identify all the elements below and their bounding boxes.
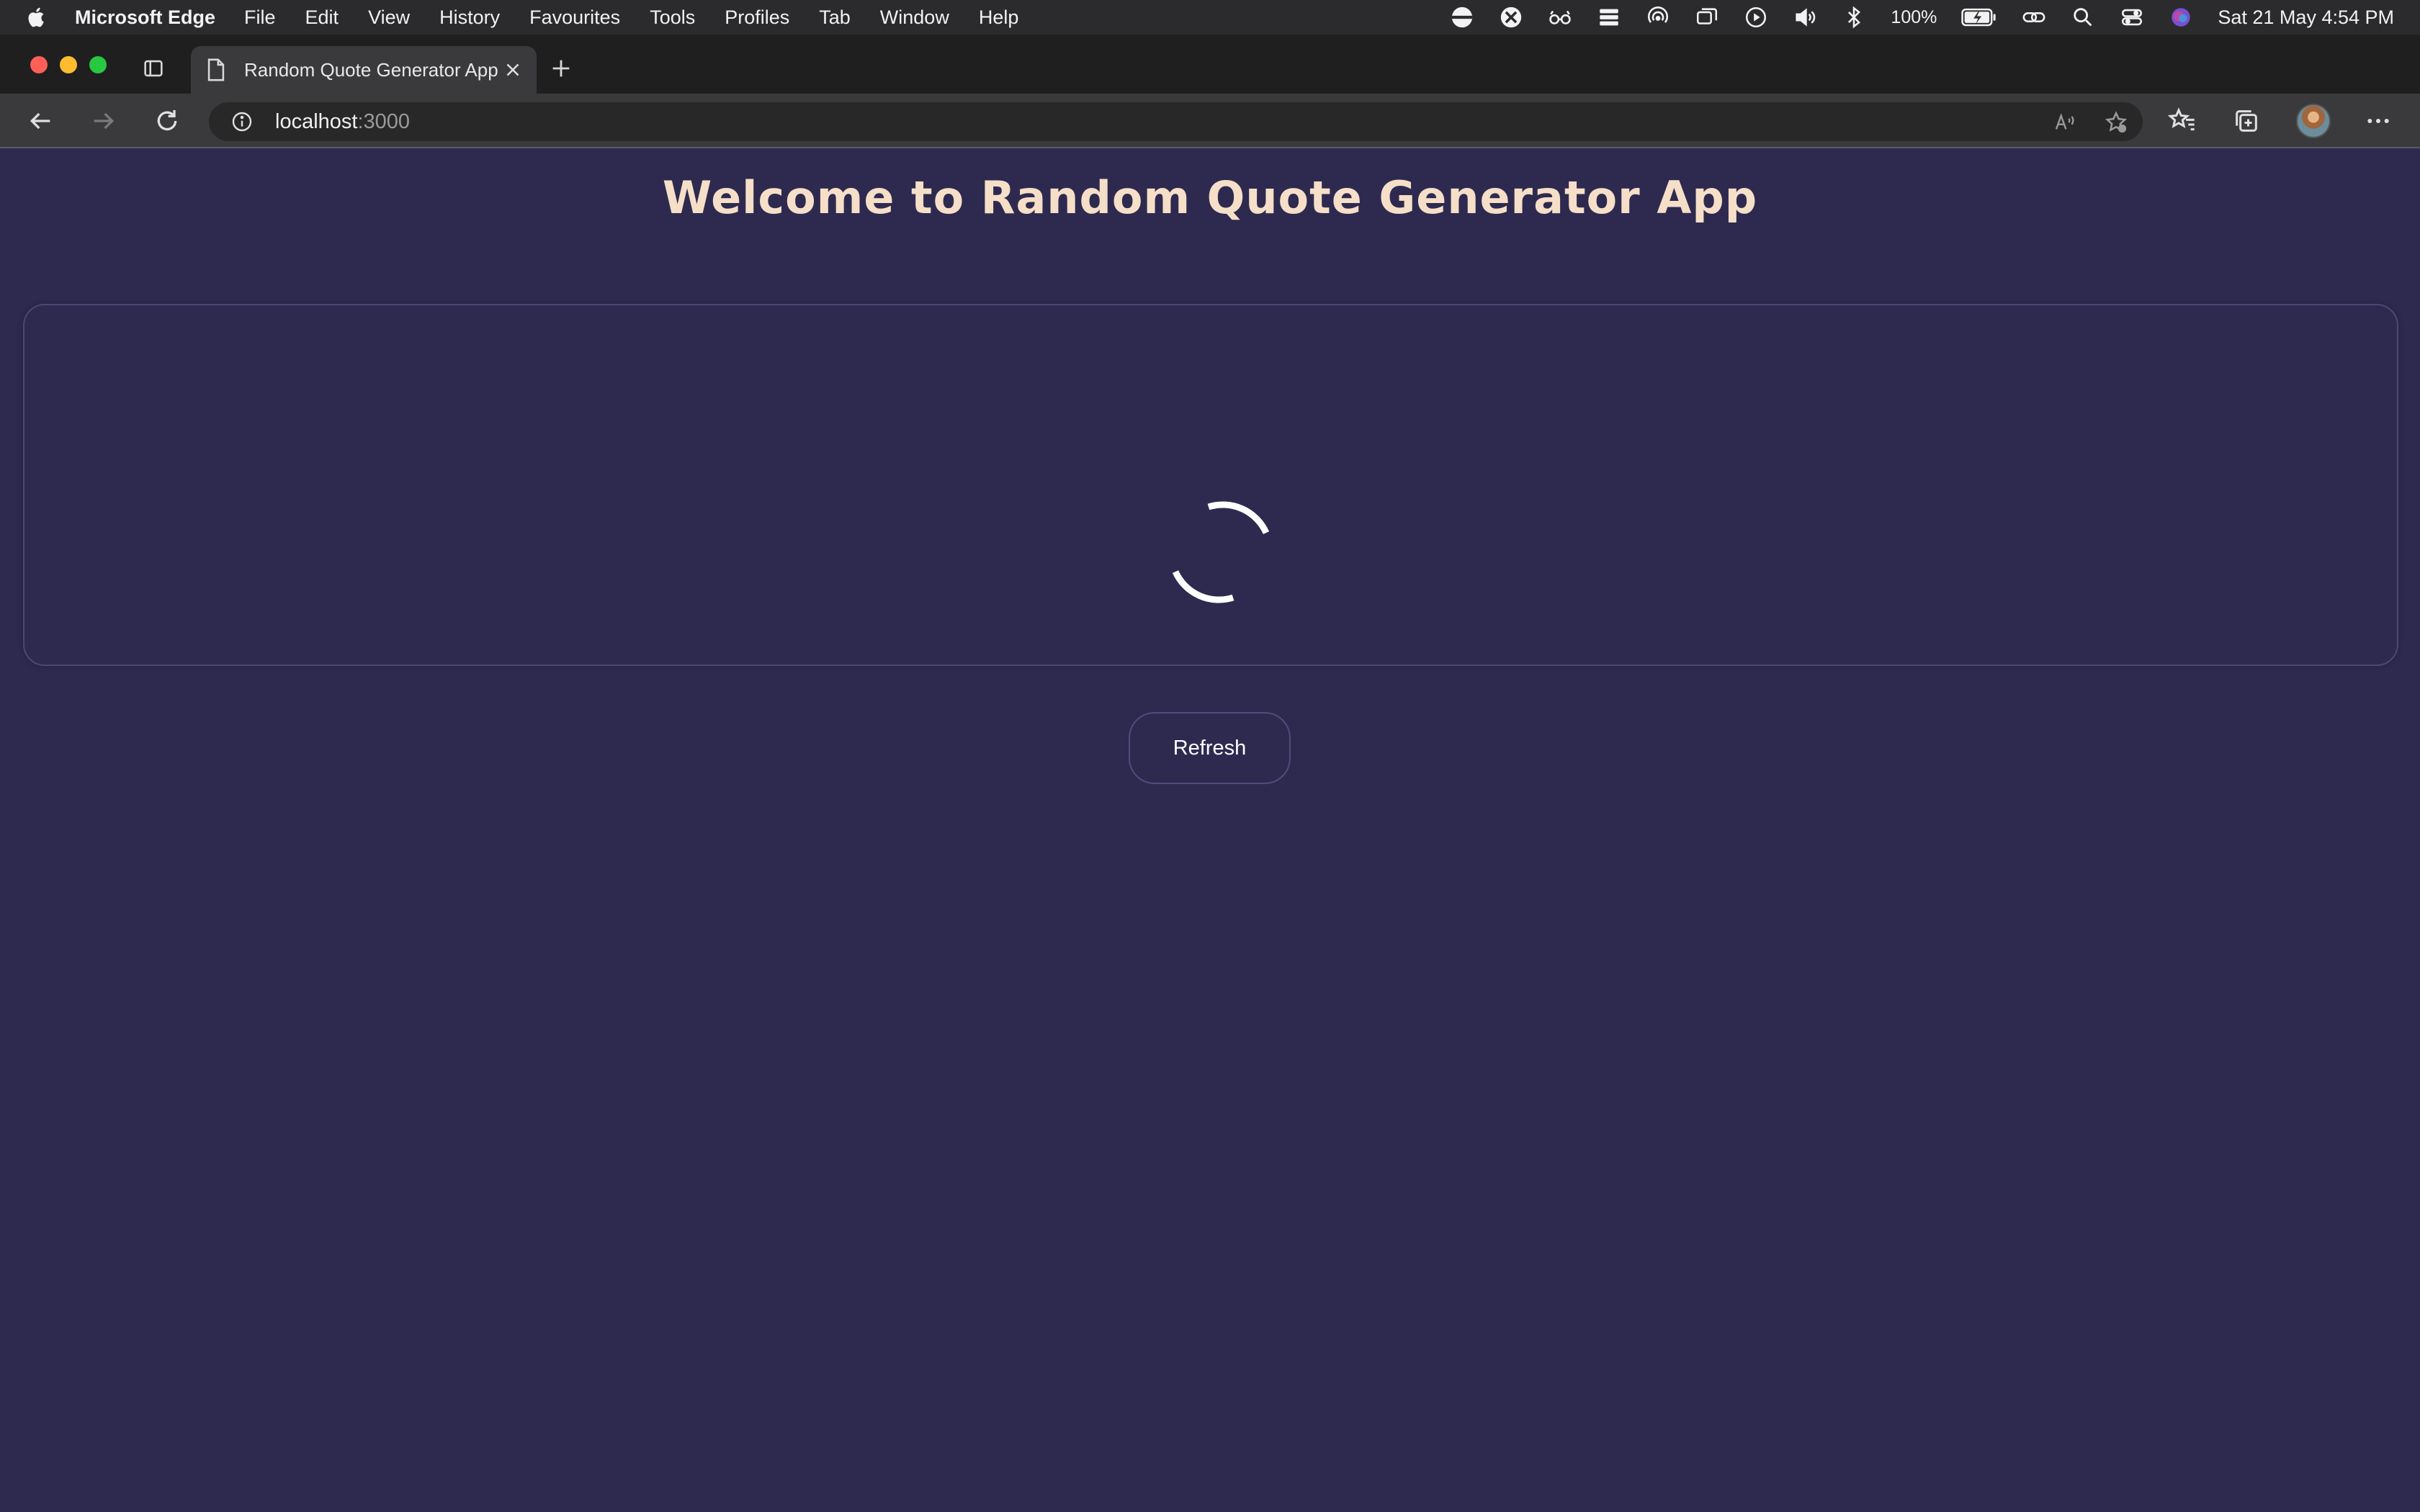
spotlight-search-icon[interactable] [2071,5,2095,30]
vpn-icon[interactable] [1450,5,1474,30]
tab-title: Random Quote Generator App [244,58,498,81]
tools-icon[interactable] [1499,5,1523,30]
collections-icon [2236,110,2257,132]
screen-mirroring-icon[interactable] [1695,5,1719,30]
menu-window[interactable]: Window [880,6,949,29]
volume-icon[interactable] [1793,5,1817,30]
read-aloud-icon[interactable] [2053,111,2076,134]
back-button[interactable] [26,107,55,135]
browser-toolbar: localhost:3000 [0,94,2420,148]
close-window-button[interactable] [30,56,48,73]
tab-random-quote[interactable]: Random Quote Generator App [191,46,537,94]
forward-button[interactable] [89,107,118,135]
address-bar[interactable]: localhost:3000 [209,102,2143,141]
profile-avatar[interactable] [2296,104,2331,138]
menu-favourites[interactable]: Favourites [529,6,620,29]
menu-profiles[interactable]: Profiles [725,6,789,29]
collections-button[interactable] [2232,107,2261,135]
new-tab-icon[interactable] [549,56,573,81]
siri-icon[interactable] [2169,5,2193,30]
apple-menu-icon[interactable] [0,5,75,30]
add-favorite-icon[interactable] [2104,110,2128,135]
tab-strip: Random Quote Generator App [0,35,2420,94]
more-options-icon [2367,119,2389,123]
quote-card [23,304,2398,666]
menu-history[interactable]: History [439,6,500,29]
favorites-button[interactable] [2168,107,2197,135]
glasses-icon[interactable] [1548,5,1572,30]
airdrop-icon[interactable] [1646,5,1670,30]
menu-file[interactable]: File [244,6,276,29]
page-title: Welcome to Random Quote Generator App [662,171,1758,224]
settings-more-button[interactable] [2364,107,2393,135]
menu-tools[interactable]: Tools [650,6,695,29]
refresh-button[interactable]: Refresh [1129,712,1291,784]
url-host: localhost [275,109,358,133]
loading-spinner-icon [1172,501,1270,603]
menubar-clock[interactable]: Sat 21 May 4:54 PM [2218,6,2394,29]
minimize-window-button[interactable] [60,56,77,73]
tab-actions-icon[interactable] [141,56,166,81]
battery-icon[interactable] [1961,5,1997,30]
zoom-window-button[interactable] [89,56,107,73]
menu-edit[interactable]: Edit [305,6,339,29]
link-icon[interactable] [2022,5,2046,30]
forward-arrow-icon [94,112,115,130]
close-tab-icon[interactable] [502,59,524,81]
url-port: :3000 [357,109,411,133]
menu-view[interactable]: View [368,6,410,29]
bluetooth-icon[interactable] [1842,5,1866,30]
status-area: 100% Sat 21 May 4:54 PM [1450,0,2394,35]
site-info-icon[interactable] [230,110,254,133]
stack-icon[interactable] [1597,5,1621,30]
now-playing-icon[interactable] [1744,5,1768,30]
control-center-icon[interactable] [2120,5,2144,30]
menu-help[interactable]: Help [979,6,1019,29]
battery-percentage: 100% [1891,6,1937,27]
menu-tab[interactable]: Tab [819,6,851,29]
macos-menu-bar: Microsoft Edge File Edit View History Fa… [0,0,2420,35]
window-controls [30,56,107,73]
back-arrow-icon [30,112,50,130]
favorites-icon [2168,107,2195,131]
page-icon [207,58,225,81]
reload-icon [157,110,177,131]
menu-app-name[interactable]: Microsoft Edge [75,6,215,29]
reload-button[interactable] [153,107,182,135]
